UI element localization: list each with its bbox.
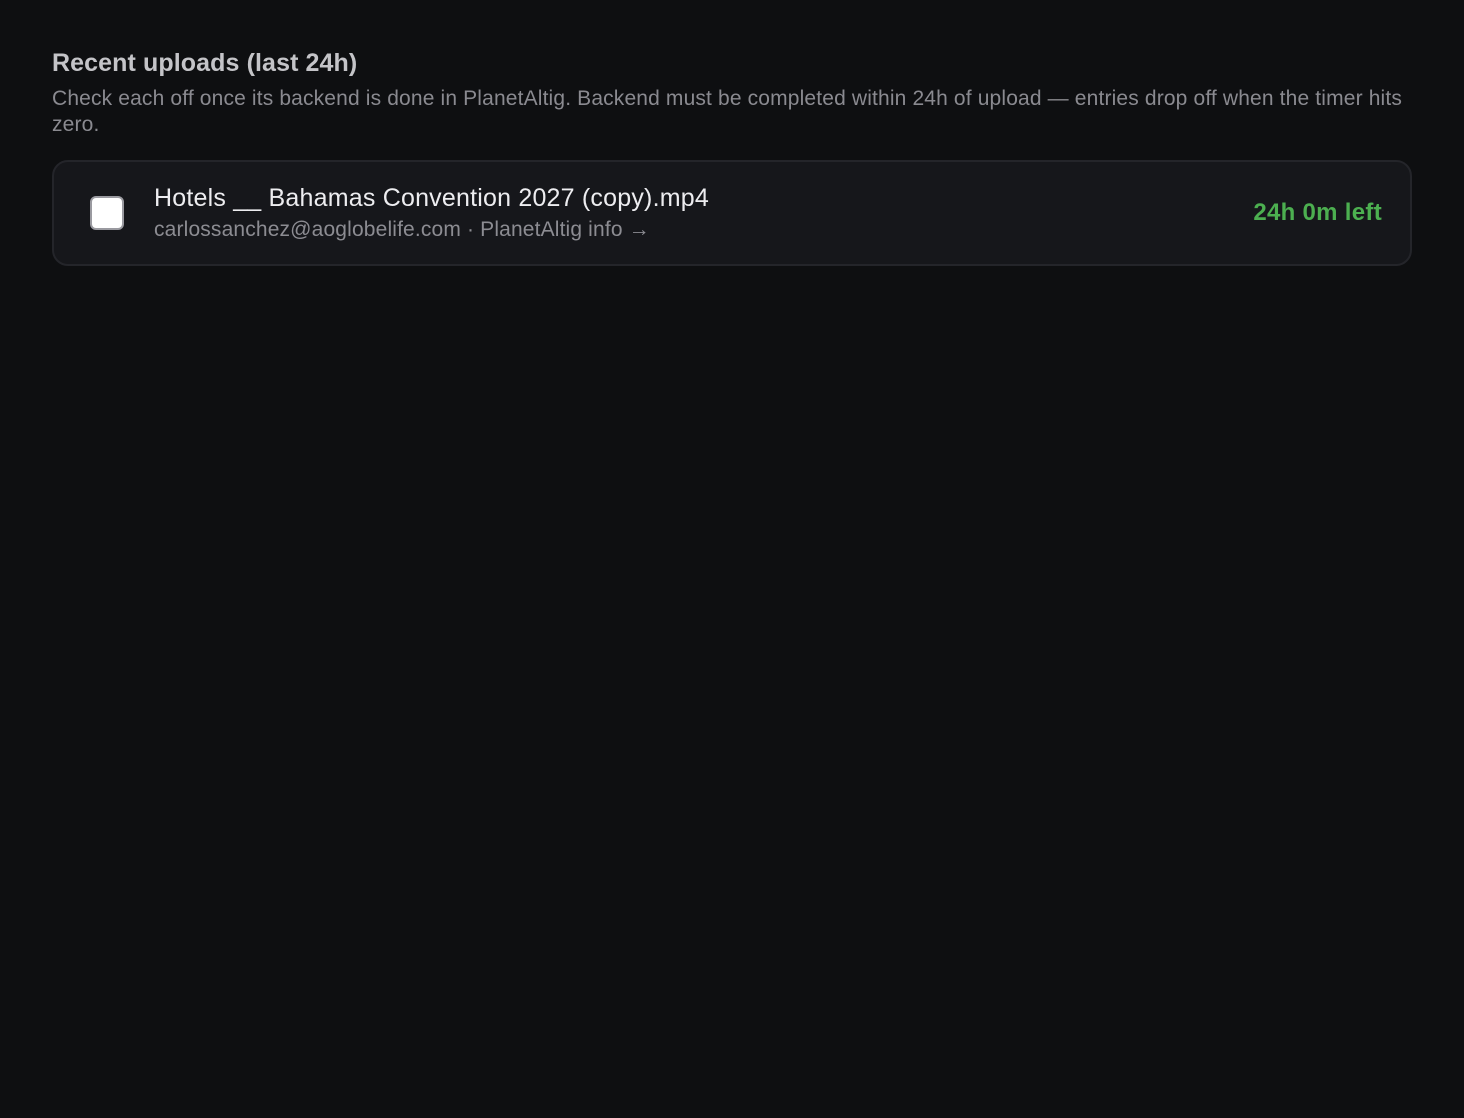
file-name: Hotels __ Bahamas Convention 2027 (copy)…: [154, 184, 709, 212]
planetaltig-info-link[interactable]: PlanetAltig info →: [480, 218, 650, 241]
upload-info: Hotels __ Bahamas Convention 2027 (copy)…: [154, 182, 1253, 244]
uploader-email: carlossanchez@aoglobelife.com: [154, 218, 461, 241]
upload-meta: carlossanchez@aoglobelife.com · PlanetAlti…: [154, 216, 1253, 244]
upload-list: Hotels __ Bahamas Convention 2027 (copy)…: [52, 160, 1412, 266]
upload-item: Hotels __ Bahamas Convention 2027 (copy)…: [52, 160, 1412, 266]
section-subtitle: Check each off once its backend is done …: [52, 87, 1402, 136]
section-title: Recent uploads (last 24h): [52, 49, 358, 77]
backend-done-checkbox[interactable]: [90, 196, 124, 230]
meta-separator: ·: [467, 218, 475, 241]
time-left-badge: 24h 0m left: [1253, 199, 1382, 226]
recent-uploads-page: Recent uploads (last 24h) Check each off…: [0, 0, 1464, 1118]
